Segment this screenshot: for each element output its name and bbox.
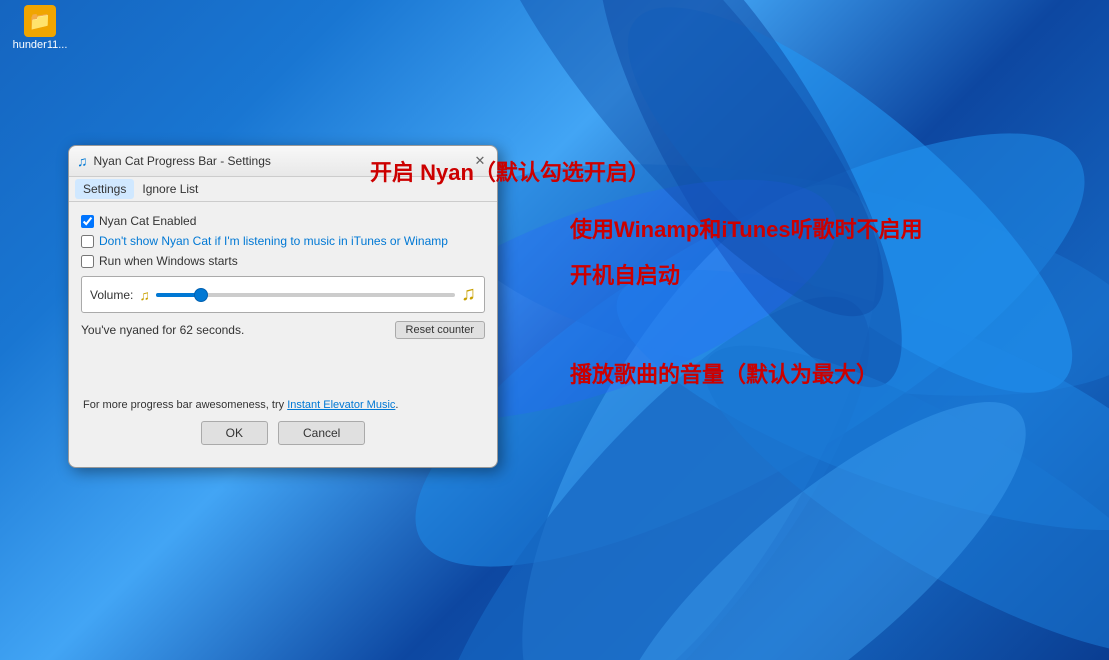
annotation-volume: 播放歌曲的音量（默认为最大） [570,360,878,391]
run-startup-row: Run when Windows starts [81,254,485,268]
footer-text-after: . [395,399,398,411]
settings-dialog: ♫ Nyan Cat Progress Bar - Settings ✕ Set… [68,145,498,468]
desktop-icon[interactable]: 📁 hunder11... [5,5,75,51]
volume-label: Volume: [90,288,133,302]
run-startup-checkbox[interactable] [81,255,94,268]
desktop-icon-label: hunder11... [13,39,68,51]
volume-note-large-icon: ♫ [461,283,476,306]
cancel-button[interactable]: Cancel [278,421,365,445]
nyan-enabled-row: Nyan Cat Enabled [81,214,485,228]
nyaned-text: You've nyaned for 62 seconds. [81,323,244,337]
dialog-title-text: Nyan Cat Progress Bar - Settings [94,154,271,168]
ignore-itunes-checkbox[interactable] [81,235,94,248]
volume-box: Volume: ♫ ♫ [81,276,485,313]
footer-link[interactable]: Instant Elevator Music [287,399,395,411]
nyan-enabled-label[interactable]: Nyan Cat Enabled [99,214,196,228]
reset-counter-button[interactable]: Reset counter [395,321,485,339]
title-left: ♫ Nyan Cat Progress Bar - Settings [77,153,271,169]
dialog-body: Nyan Cat Enabled Don't show Nyan Cat if … [69,202,497,467]
annotation-winamp: 使用Winamp和iTunes听歌时不启用 [570,215,923,246]
annotation-autostart: 开机自启动 [570,258,680,290]
desktop-icon-image: 📁 [24,5,56,37]
footer-text-before: For more progress bar awesomeness, try [83,399,287,411]
run-startup-label[interactable]: Run when Windows starts [99,254,238,268]
nyan-enabled-checkbox[interactable] [81,215,94,228]
ignore-itunes-row: Don't show Nyan Cat if I'm listening to … [81,234,485,248]
dialog-title-icon: ♫ [77,153,88,169]
volume-slider-thumb[interactable] [194,288,208,302]
volume-note-small-icon: ♫ [139,287,150,303]
menu-item-ignore-list[interactable]: Ignore List [134,179,206,199]
annotation-nyan: 开启 Nyan（默认勾选开启） [370,155,650,187]
nyaned-counter-row: You've nyaned for 62 seconds. Reset coun… [81,321,485,339]
ignore-itunes-label[interactable]: Don't show Nyan Cat if I'm listening to … [99,234,448,248]
dialog-action-buttons: OK Cancel [81,421,485,455]
footer-text: For more progress bar awesomeness, try I… [81,399,485,411]
menu-item-settings[interactable]: Settings [75,179,134,199]
ok-button[interactable]: OK [201,421,268,445]
volume-slider-container[interactable] [156,285,455,305]
